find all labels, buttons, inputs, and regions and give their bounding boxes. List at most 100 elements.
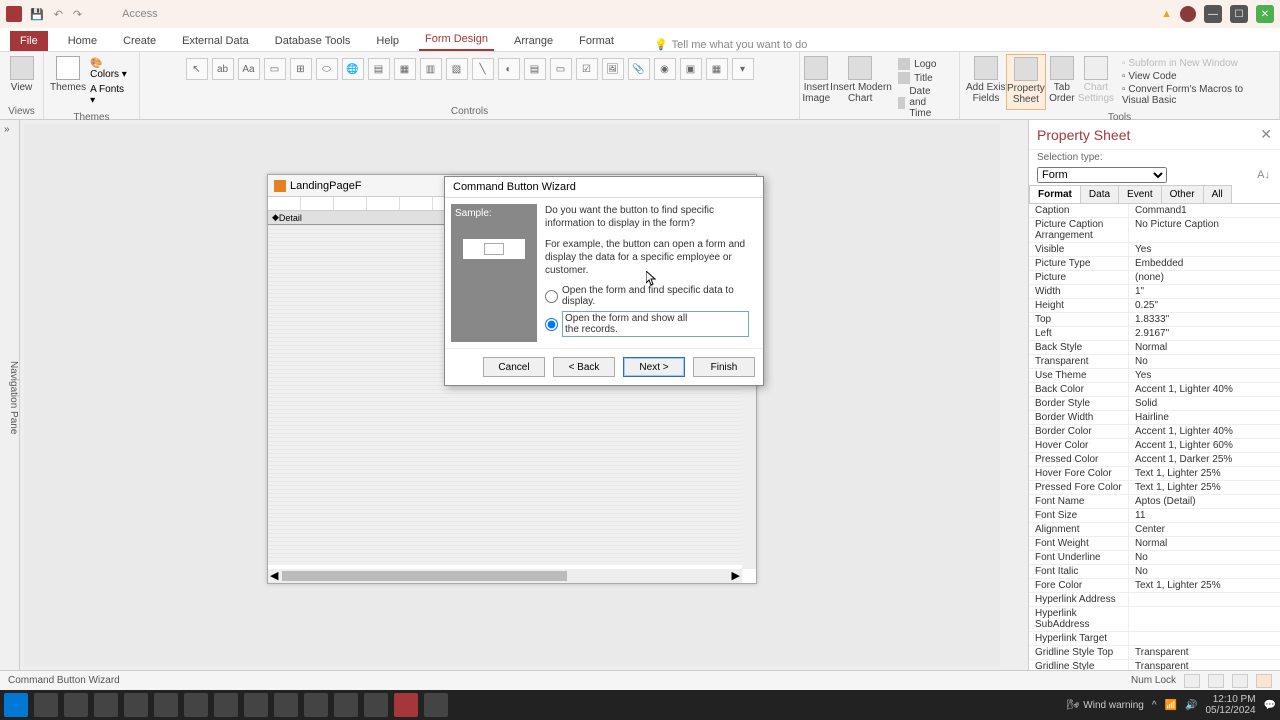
property-value[interactable]: No (1129, 355, 1280, 368)
property-row[interactable]: Border ColorAccent 1, Lighter 40% (1029, 425, 1280, 439)
close-button[interactable]: ✕ (1256, 5, 1274, 23)
property-value[interactable]: No (1129, 551, 1280, 564)
property-row[interactable]: Pressed Fore ColorText 1, Lighter 25% (1029, 481, 1280, 495)
start-button[interactable] (4, 693, 28, 717)
property-list[interactable]: CaptionCommand1Picture Caption Arrangeme… (1029, 204, 1280, 670)
line-control-icon[interactable]: ╲ (472, 58, 494, 80)
property-value[interactable]: Accent 1, Darker 25% (1129, 453, 1280, 466)
property-sheet-close-icon[interactable]: ✕ (1260, 126, 1272, 143)
property-sheet-button[interactable]: Property Sheet (1006, 54, 1046, 110)
view-button[interactable]: View (2, 54, 42, 93)
more-controls-icon[interactable]: ▾ (732, 58, 754, 80)
tab-home[interactable]: Home (62, 31, 103, 51)
property-value[interactable]: Aptos (Detail) (1129, 495, 1280, 508)
tray-volume-icon[interactable]: 🔊 (1185, 700, 1197, 711)
property-value[interactable]: Transparent (1129, 660, 1280, 670)
radio-find-specific[interactable] (545, 290, 558, 303)
property-value[interactable]: 2.9167" (1129, 327, 1280, 340)
property-value[interactable]: Hairline (1129, 411, 1280, 424)
taskbar-icon[interactable] (244, 693, 268, 717)
property-row[interactable]: Font Size11 (1029, 509, 1280, 523)
property-value[interactable]: Accent 1, Lighter 60% (1129, 439, 1280, 452)
datetime-button[interactable]: Date and Time (898, 86, 948, 119)
option-control-icon[interactable]: ◉ (654, 58, 676, 80)
property-value[interactable]: Accent 1, Lighter 40% (1129, 425, 1280, 438)
property-row[interactable]: Left2.9167" (1029, 327, 1280, 341)
insert-image-button[interactable]: Insert Image (802, 54, 830, 123)
property-row[interactable]: CaptionCommand1 (1029, 204, 1280, 218)
property-value[interactable]: Solid (1129, 397, 1280, 410)
nav-control-icon[interactable]: ▤ (368, 58, 390, 80)
property-value[interactable]: 11 (1129, 509, 1280, 522)
view-code-button[interactable]: ▫ View Code (1122, 71, 1265, 82)
tray-chevron-icon[interactable]: ^ (1152, 700, 1157, 711)
property-value[interactable] (1129, 593, 1280, 606)
property-value[interactable]: Command1 (1129, 204, 1280, 217)
rect-control-icon[interactable]: ▭ (550, 58, 572, 80)
property-row[interactable]: Gridline Style TopTransparent (1029, 646, 1280, 660)
property-row[interactable]: Hyperlink Address (1029, 593, 1280, 607)
taskbar-icon[interactable] (184, 693, 208, 717)
property-value[interactable]: Yes (1129, 243, 1280, 256)
tab-format[interactable]: Format (573, 31, 620, 51)
tray-date[interactable]: 05/12/2024 (1205, 705, 1255, 716)
property-row[interactable]: Font NameAptos (Detail) (1029, 495, 1280, 509)
frame-control-icon[interactable]: ▦ (706, 58, 728, 80)
property-row[interactable]: Picture TypeEmbedded (1029, 257, 1280, 271)
combo-control-icon[interactable]: ▥ (420, 58, 442, 80)
tab-order-button[interactable]: Tab Order (1046, 54, 1078, 110)
property-value[interactable] (1129, 607, 1280, 631)
add-existing-fields-button[interactable]: Add Existing Fields (966, 54, 1006, 110)
image-control-icon[interactable]: 🖼 (602, 58, 624, 80)
property-row[interactable]: Hover Fore ColorText 1, Lighter 25% (1029, 467, 1280, 481)
property-row[interactable]: Font ItalicNo (1029, 565, 1280, 579)
taskbar-icon[interactable] (124, 693, 148, 717)
view-design-button[interactable] (1256, 674, 1272, 688)
property-row[interactable]: AlignmentCenter (1029, 523, 1280, 537)
tab-event-props[interactable]: Event (1118, 185, 1162, 203)
option-show-all[interactable]: Open the form and show all the records. (545, 311, 749, 337)
property-row[interactable]: Picture Caption ArrangementNo Picture Ca… (1029, 218, 1280, 243)
property-row[interactable]: Pressed ColorAccent 1, Darker 25% (1029, 453, 1280, 467)
insert-chart-button[interactable]: Insert Modern Chart (830, 54, 890, 123)
finish-button[interactable]: Finish (693, 357, 755, 377)
view-form-button[interactable] (1208, 674, 1224, 688)
property-row[interactable]: Hyperlink SubAddress (1029, 607, 1280, 632)
horizontal-scrollbar[interactable]: ◀▶ (268, 569, 742, 583)
title-button[interactable]: Title (898, 72, 948, 84)
maximize-button[interactable]: ☐ (1230, 5, 1248, 23)
web-control-icon[interactable]: 🌐 (342, 58, 364, 80)
option-find-specific[interactable]: Open the form and find specific data to … (545, 285, 749, 307)
sub-control-icon[interactable]: ▣ (680, 58, 702, 80)
property-row[interactable]: Top1.8333" (1029, 313, 1280, 327)
undo-icon[interactable]: ↶ (54, 8, 63, 21)
back-button[interactable]: < Back (553, 357, 615, 377)
view-datasheet-button[interactable] (1184, 674, 1200, 688)
navigation-pane[interactable]: Navigation Pane (0, 120, 20, 670)
chart-control-icon[interactable]: ▧ (446, 58, 468, 80)
minimize-button[interactable]: — (1204, 5, 1222, 23)
property-row[interactable]: VisibleYes (1029, 243, 1280, 257)
taskbar-access-icon[interactable] (394, 693, 418, 717)
cancel-button[interactable]: Cancel (483, 357, 545, 377)
property-value[interactable]: No (1129, 565, 1280, 578)
tab-external-data[interactable]: External Data (176, 31, 255, 51)
taskbar-icon[interactable] (424, 693, 448, 717)
nav-toggle-icon[interactable]: » (4, 124, 10, 135)
property-row[interactable]: Height0.25" (1029, 299, 1280, 313)
property-row[interactable]: Border WidthHairline (1029, 411, 1280, 425)
property-value[interactable] (1129, 632, 1280, 645)
property-value[interactable]: Accent 1, Lighter 40% (1129, 383, 1280, 396)
taskbar-icon[interactable] (274, 693, 298, 717)
tray-wifi-icon[interactable]: 📶 (1165, 700, 1177, 711)
taskbar-icon[interactable] (334, 693, 358, 717)
tab-control-icon[interactable]: ⊞ (290, 58, 312, 80)
themes-button[interactable]: Themes (50, 54, 86, 110)
property-row[interactable]: TransparentNo (1029, 355, 1280, 369)
logo-button[interactable]: Logo (898, 58, 948, 70)
property-value[interactable]: Yes (1129, 369, 1280, 382)
group-control-icon[interactable]: ▦ (394, 58, 416, 80)
next-button[interactable]: Next > (623, 357, 685, 377)
save-icon[interactable]: 💾 (30, 8, 44, 21)
property-value[interactable]: 1.8333" (1129, 313, 1280, 326)
